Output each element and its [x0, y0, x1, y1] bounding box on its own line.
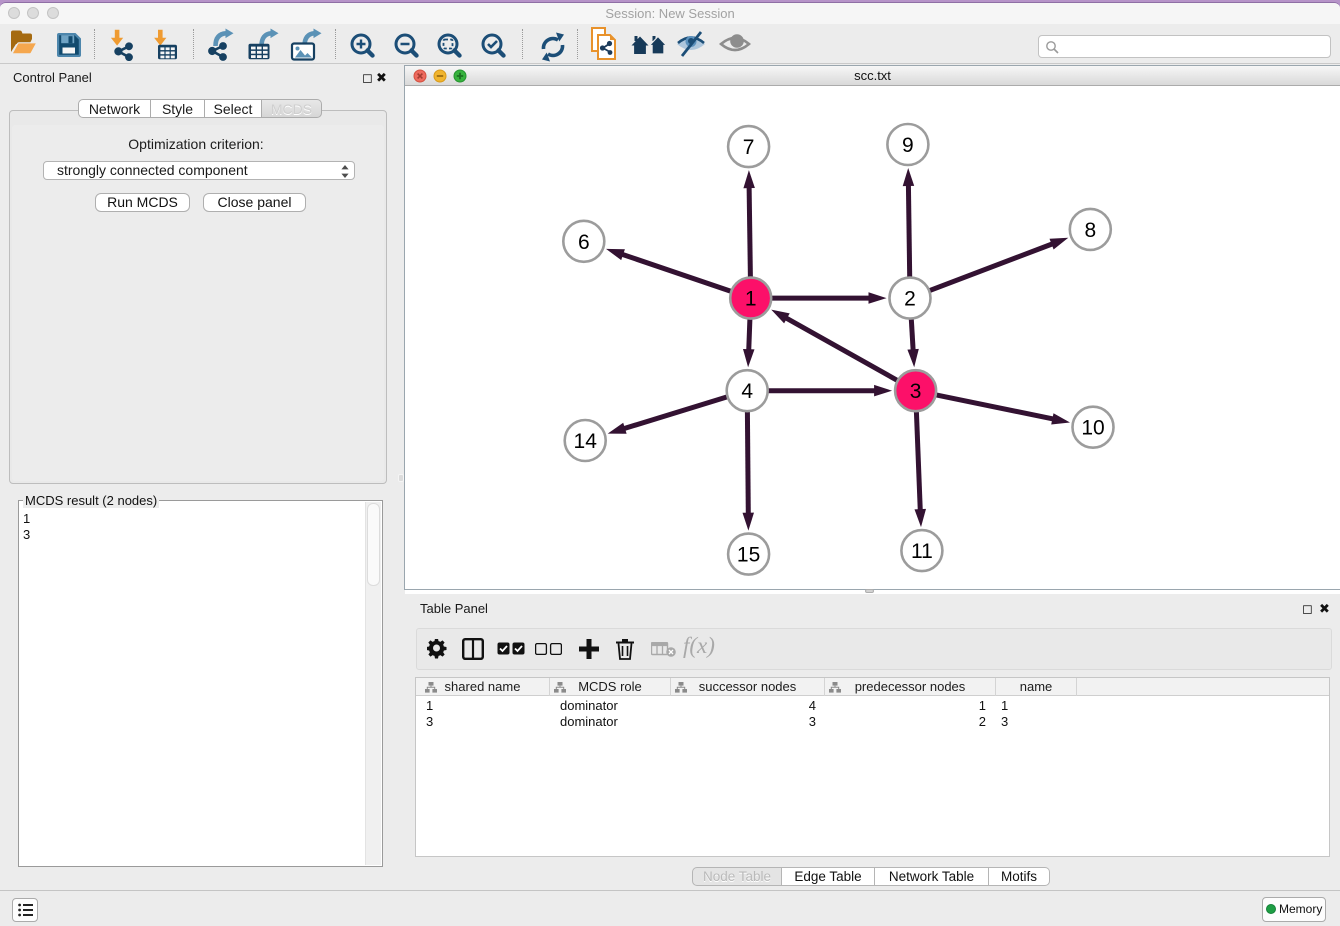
svg-text:10: 10 [1081, 417, 1104, 440]
svg-text:2: 2 [904, 288, 916, 311]
svg-text:8: 8 [1084, 219, 1096, 242]
svg-text:14: 14 [574, 430, 598, 453]
svg-text:4: 4 [741, 380, 753, 403]
svg-text:9: 9 [902, 134, 914, 157]
svg-text:3: 3 [910, 380, 922, 403]
svg-text:15: 15 [737, 544, 760, 567]
svg-text:6: 6 [578, 231, 590, 254]
svg-text:1: 1 [745, 288, 757, 311]
svg-text:11: 11 [911, 540, 933, 563]
svg-text:7: 7 [743, 136, 755, 159]
